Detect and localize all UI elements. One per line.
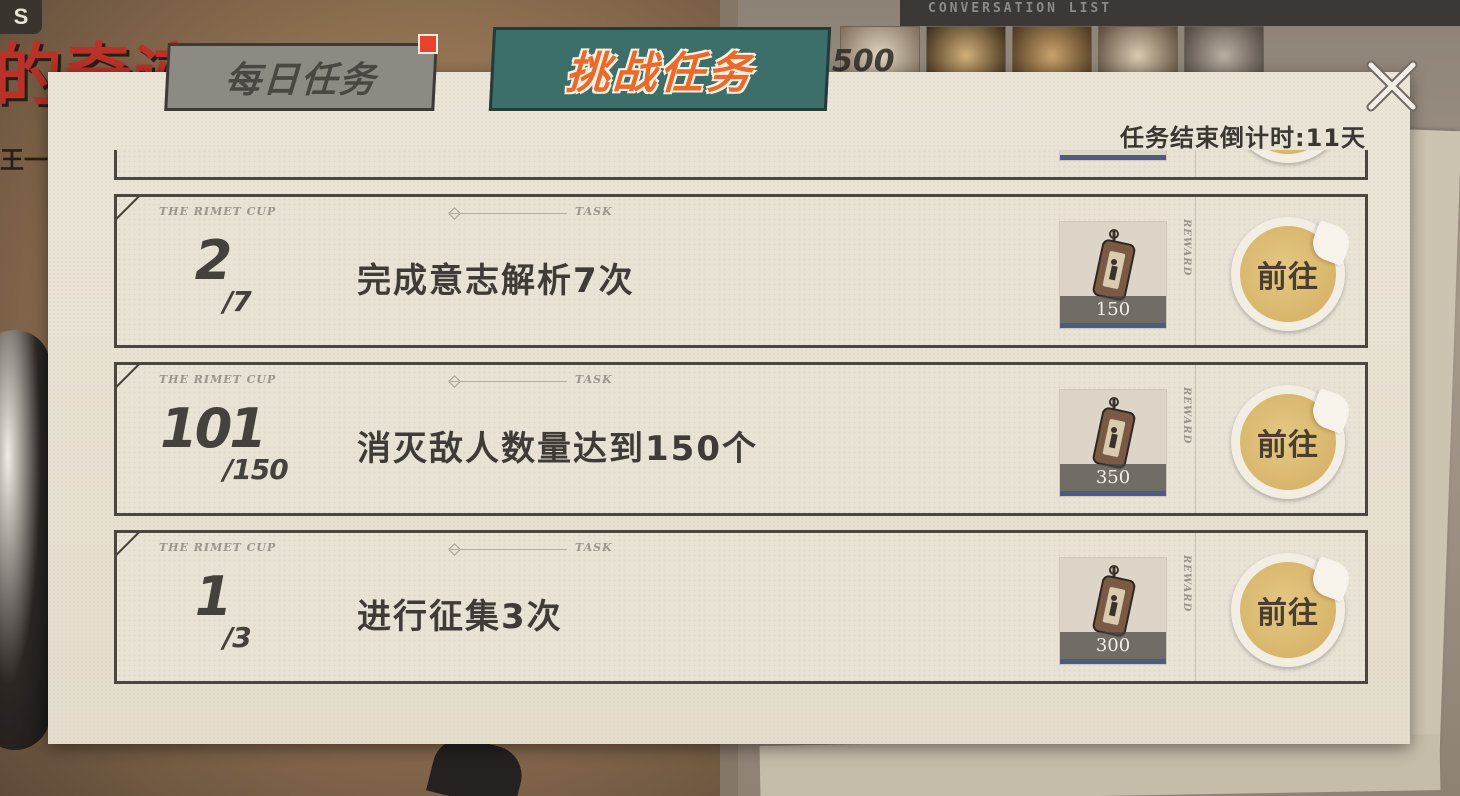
reward-quantity: 350 — [1060, 464, 1166, 492]
tab-daily-missions[interactable]: 每日任务 — [164, 43, 438, 111]
cup-label: THE RIMET CUP — [159, 205, 277, 218]
progress-current: 1 — [194, 565, 233, 628]
go-button[interactable]: 前往 — [1231, 553, 1355, 667]
task-card-partial — [114, 150, 1368, 180]
task-list[interactable]: THE RIMET CUP TASK 2 /7 完成意志解析7次 150 REW… — [114, 150, 1368, 690]
logo-badge: S — [0, 0, 42, 34]
reward-divider — [1195, 150, 1196, 177]
go-button[interactable]: 前往 — [1231, 217, 1355, 331]
reward-bar — [1060, 155, 1166, 160]
reward-item[interactable]: 150 — [1059, 221, 1167, 329]
conversation-thumb — [926, 26, 1006, 76]
reward-label: REWARD — [1181, 219, 1192, 277]
tag-medal-icon — [1092, 229, 1136, 301]
reward-bar — [1060, 659, 1166, 664]
task-label: TASK — [575, 373, 613, 386]
notification-badge — [418, 34, 438, 54]
tag-medal-icon — [1092, 397, 1136, 469]
reward-divider — [1195, 197, 1196, 345]
divider-line — [449, 381, 567, 382]
dog-illustration — [0, 330, 50, 750]
go-button-label: 前往 — [1257, 596, 1319, 631]
conversation-thumb — [1012, 26, 1092, 76]
reward-quantity: 150 — [1060, 296, 1166, 324]
task-label: TASK — [575, 205, 613, 218]
divider-line — [449, 213, 567, 214]
task-card: THE RIMET CUP TASK 1 /3 进行征集3次 300 REWAR… — [114, 530, 1368, 684]
tab-challenge-missions[interactable]: 挑战任务 — [488, 27, 832, 111]
close-icon — [1366, 60, 1418, 112]
task-description: 消灭敌人数量达到150个 — [357, 429, 758, 469]
progress-total: /150 — [223, 453, 289, 486]
reward-divider — [1195, 365, 1196, 513]
reward-label: REWARD — [1181, 387, 1192, 445]
close-button[interactable] — [1360, 54, 1424, 118]
go-button-label: 前往 — [1257, 260, 1319, 295]
task-card: THE RIMET CUP TASK 101 /150 消灭敌人数量达到150个… — [114, 362, 1368, 516]
task-card: THE RIMET CUP TASK 2 /7 完成意志解析7次 150 REW… — [114, 194, 1368, 348]
progress-total: /7 — [223, 285, 252, 318]
go-button[interactable]: 前往 — [1231, 385, 1355, 499]
conversation-thumb — [1098, 26, 1178, 76]
reward-label: REWARD — [1181, 555, 1192, 613]
countdown-text: 任务结束倒计时:11天 — [1120, 124, 1366, 152]
poster-subtitle: 王一 — [0, 146, 48, 174]
tab-daily-label: 每日任务 — [223, 60, 378, 101]
reward-item[interactable]: 350 — [1059, 389, 1167, 497]
progress-total: /3 — [223, 621, 252, 654]
cup-label: THE RIMET CUP — [159, 541, 277, 554]
reward-item[interactable]: 300 — [1059, 557, 1167, 665]
reward-quantity: 300 — [1060, 632, 1166, 660]
task-label: TASK — [575, 541, 613, 554]
task-description: 完成意志解析7次 — [357, 261, 635, 301]
conversation-thumb — [1184, 26, 1264, 76]
tab-challenge-label: 挑战任务 — [564, 48, 756, 99]
reward-bar — [1060, 491, 1166, 496]
tag-medal-icon — [1092, 565, 1136, 637]
reward-divider — [1195, 533, 1196, 681]
divider-line — [449, 549, 567, 550]
go-button-label: 前往 — [1257, 428, 1319, 463]
reward-bar — [1060, 323, 1166, 328]
cup-label: THE RIMET CUP — [159, 373, 277, 386]
progress-current: 101 — [160, 397, 267, 460]
progress-current: 2 — [194, 229, 233, 292]
conversation-list-label: CONVERSATION LIST — [928, 1, 1113, 16]
task-description: 进行征集3次 — [357, 597, 563, 637]
